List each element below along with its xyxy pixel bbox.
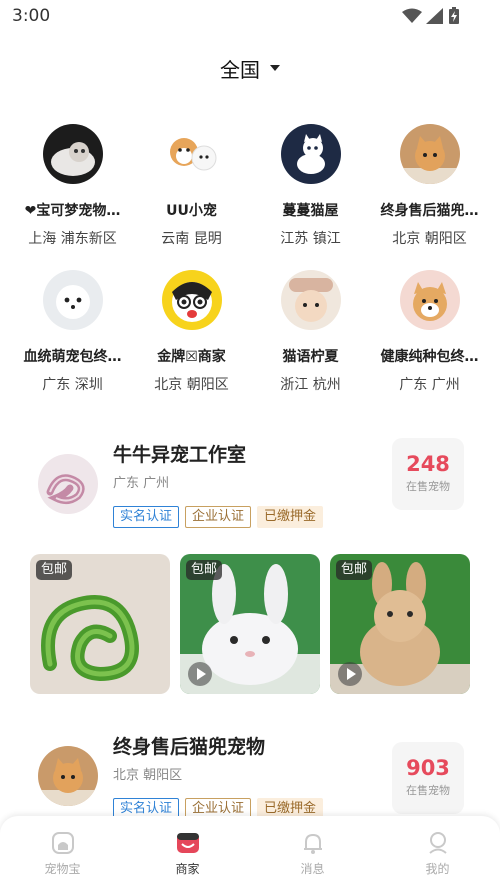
pet-photo[interactable]: 包邮 (180, 554, 320, 694)
deposit-tag: 已缴押金 (257, 506, 324, 528)
shop-name: 蔓蔓猫屋 (282, 203, 339, 219)
status-time: 3:00 (12, 6, 51, 26)
free-shipping-badge: 包邮 (336, 560, 373, 580)
wifi-icon (402, 8, 422, 23)
pet-photo[interactable]: 包邮 (30, 554, 170, 694)
signal-icon (426, 8, 443, 24)
nav-label: 我的 (425, 862, 450, 876)
region-selector[interactable]: 全国 (0, 52, 500, 84)
nav-item-profile[interactable]: 我的 (375, 816, 500, 889)
shop-item[interactable]: ❤宝可梦宠物… 上海 浦东新区 (10, 124, 135, 254)
merchant-stat: 903 在售宠物 (392, 742, 464, 814)
region-title: 全国 (220, 57, 260, 82)
shop-avatar (280, 124, 341, 184)
battery-icon (449, 7, 459, 24)
shop-item[interactable]: 健康纯种包终… 广东 广州 (367, 270, 492, 400)
nav-item-merchants[interactable]: 商家 (125, 816, 250, 889)
shop-name: 血统萌宠包终… (23, 349, 122, 365)
nav-label: 商家 (175, 862, 200, 876)
shop-icon (176, 833, 199, 853)
shop-item[interactable]: 金牌☒商家 北京 朝阳区 (129, 270, 254, 400)
status-icons (402, 7, 460, 25)
nav-item-messages[interactable]: 消息 (250, 816, 375, 889)
pet-count: 903 (406, 756, 450, 780)
merchant-card[interactable]: 终身售后猫兜宠物 北京 朝阳区 实名认证 企业认证 已缴押金 903 在售宠物 (0, 722, 500, 822)
merchant-tags: 实名认证 企业认证 已缴押金 (113, 506, 324, 528)
merchant-location: 北京 朝阳区 (113, 768, 183, 783)
merchant-card[interactable]: 牛牛异宠工作室 广东 广州 实名认证 企业认证 已缴押金 248 在售宠物 包邮… (0, 430, 500, 700)
pet-count-label: 在售宠物 (406, 480, 450, 493)
shop-avatar (42, 270, 103, 330)
nav-item-pets[interactable]: 宠物宝 (0, 816, 125, 889)
nav-label: 宠物宝 (44, 862, 81, 876)
pet-photo[interactable]: 包邮 (330, 554, 470, 694)
shop-name: 猫语柠夏 (282, 349, 339, 365)
shop-avatar (161, 270, 222, 330)
shop-item[interactable]: UU小宠 云南 昆明 (129, 124, 254, 254)
shop-item[interactable]: 血统萌宠包终… 广东 深圳 (10, 270, 135, 400)
free-shipping-badge: 包邮 (186, 560, 223, 580)
shop-location: 北京 朝阳区 (154, 377, 229, 393)
status-bar: 3:00 (0, 0, 500, 34)
profile-icon (428, 832, 447, 854)
shop-item[interactable]: 猫语柠夏 浙江 杭州 (248, 270, 373, 400)
shop-avatar (399, 270, 460, 330)
shop-avatar (161, 124, 222, 184)
shop-name: ❤宝可梦宠物… (24, 203, 121, 219)
shop-avatar (399, 124, 460, 184)
free-shipping-badge: 包邮 (36, 560, 73, 580)
shop-name: 健康纯种包终… (380, 349, 479, 365)
shop-location: 云南 昆明 (161, 231, 222, 247)
shop-location: 江苏 镇江 (280, 231, 341, 247)
shop-name: 终身售后猫兜… (380, 203, 479, 219)
merchant-stat: 248 在售宠物 (392, 438, 464, 510)
play-icon[interactable] (188, 662, 212, 686)
verified-tag: 实名认证 (113, 506, 180, 528)
shop-name: UU小宠 (166, 203, 217, 219)
bottom-nav: 宠物宝 商家 消息 我的 (0, 816, 500, 889)
merchant-location: 广东 广州 (113, 476, 170, 491)
home-icon (51, 832, 74, 854)
shop-avatar (280, 270, 341, 330)
shop-location: 北京 朝阳区 (392, 231, 467, 247)
merchant-name: 牛牛异宠工作室 (113, 444, 247, 466)
play-icon[interactable] (338, 662, 362, 686)
pet-count-label: 在售宠物 (406, 784, 450, 797)
shop-avatar (42, 124, 103, 184)
caret-down-icon (270, 65, 280, 71)
merchant-avatar (38, 746, 98, 806)
shop-item[interactable]: 终身售后猫兜… 北京 朝阳区 (367, 124, 492, 254)
shop-item[interactable]: 蔓蔓猫屋 江苏 镇江 (248, 124, 373, 254)
pet-count: 248 (406, 452, 450, 476)
bell-icon (303, 833, 322, 854)
merchant-name: 终身售后猫兜宠物 (113, 736, 266, 758)
shop-location: 广东 广州 (399, 377, 460, 393)
enterprise-tag: 企业认证 (185, 506, 252, 528)
nav-label: 消息 (300, 862, 325, 876)
shop-name: 金牌☒商家 (157, 349, 226, 365)
shop-location: 上海 浦东新区 (28, 231, 117, 247)
shop-location: 浙江 杭州 (280, 377, 341, 393)
shop-location: 广东 深圳 (42, 377, 103, 393)
merchant-avatar (38, 454, 98, 514)
merchant-photos: 包邮 包邮 包邮 (30, 554, 470, 694)
